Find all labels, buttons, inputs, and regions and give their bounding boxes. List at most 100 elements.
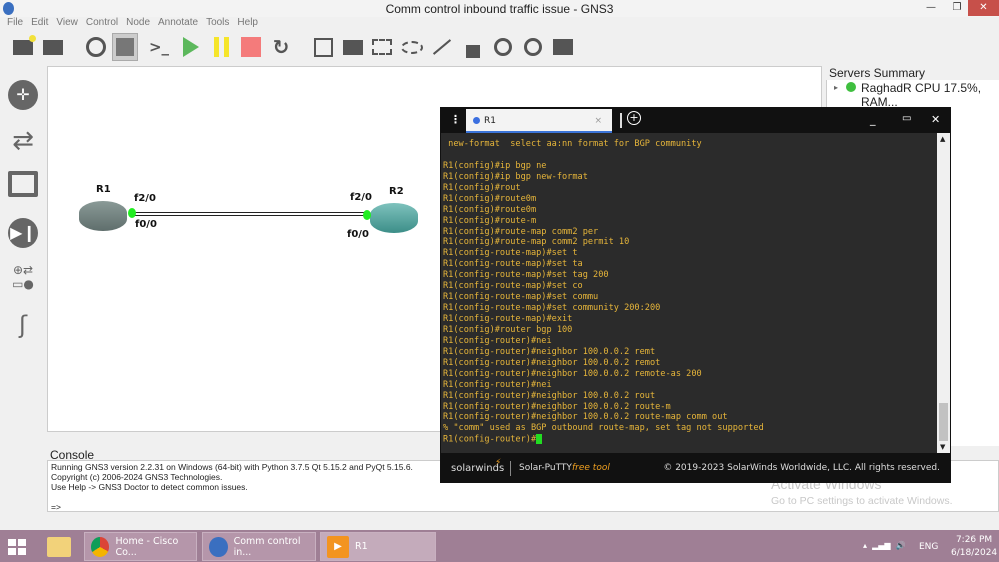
task-label: Comm control in... (233, 535, 301, 558)
terminal-line: % "comm" used as BGP outbound route-map,… (443, 423, 764, 434)
link-r1-r2[interactable] (132, 212, 368, 216)
zoom-in-icon[interactable] (490, 33, 516, 61)
putty-maximize-button[interactable]: ▭ (902, 113, 911, 124)
taskbar-gns3[interactable]: Comm control in... (202, 532, 316, 561)
scrollbar-thumb[interactable] (939, 403, 948, 441)
insert-image-icon[interactable] (340, 33, 366, 61)
open-project-icon[interactable] (40, 33, 66, 61)
toolbar: >_ ↻ (0, 33, 999, 64)
console-all-icon[interactable]: >_ (146, 33, 172, 61)
terminal-line: R1(config)#route-map comm2 per (443, 226, 599, 237)
terminal-output[interactable]: new-format select aa:nn format for BGP c… (441, 133, 937, 453)
terminal-line: R1(config-route-map)#set ta (443, 259, 583, 270)
add-note-icon[interactable] (310, 33, 336, 61)
menu-control[interactable]: Control (86, 17, 118, 28)
divider (510, 461, 511, 476)
terminal-line: R1(config)#ip bgp new-format (443, 171, 588, 182)
clock[interactable]: 7:26 PM 6/18/2024 (951, 534, 997, 560)
r1-port-label: f2/0 (134, 193, 156, 204)
terminal-line: R1(config-router)#neighbor 100.0.0.2 rem… (443, 357, 661, 368)
all-devices-icon[interactable]: ⊕⇄ ▭● (8, 263, 38, 293)
terminal-line: R1(config)#route-m (443, 215, 537, 226)
r2-port-label: f2/0 (350, 192, 372, 203)
new-tab-icon[interactable]: + (627, 111, 641, 125)
server-item[interactable]: RaghadR CPU 17.5%, RAM... (861, 81, 999, 109)
tab-close-icon[interactable]: × (594, 116, 602, 126)
terminal-line: R1(config)#route-map comm2 permit 10 (443, 237, 630, 248)
putty-tab-bar: ⋮ R1 × + _ ▭ ✕ (440, 107, 951, 133)
lock-icon[interactable] (460, 33, 486, 61)
r1-port-label: f0/0 (135, 219, 157, 230)
close-button[interactable]: ✕ (968, 0, 999, 16)
security-devices-icon[interactable]: ▶❙ (8, 218, 38, 248)
scroll-down-icon[interactable]: ▼ (940, 443, 945, 451)
stop-all-icon[interactable] (238, 33, 264, 61)
switches-icon[interactable]: ⇄ (8, 126, 38, 156)
r1-link-status-up (128, 208, 136, 218)
new-project-icon[interactable] (10, 33, 36, 61)
router-r1-label: R1 (96, 184, 111, 195)
solarwinds-flame-icon: ⚡ (495, 458, 502, 468)
gns3-icon (209, 536, 228, 557)
r2-port-label: f0/0 (347, 229, 369, 240)
menu-dots-icon[interactable]: ⋮ (450, 113, 461, 126)
language-indicator[interactable]: ENG (919, 542, 938, 552)
free-tool-label: free tool (572, 463, 610, 473)
solar-putty-icon: ▶ (327, 535, 349, 558)
chrome-icon (91, 536, 110, 557)
terminal-scrollbar[interactable]: ▲ ▼ (937, 133, 950, 453)
zoom-out-icon[interactable] (520, 33, 546, 61)
menu-node[interactable]: Node (126, 17, 150, 28)
divider (620, 113, 622, 128)
copyright: © 2019-2023 SolarWinds Worldwide, LLC. A… (663, 463, 940, 473)
date: 6/18/2024 (951, 548, 998, 558)
window-title: Comm control inbound traffic issue - GNS… (385, 2, 614, 16)
start-button[interactable] (8, 539, 26, 555)
restore-button[interactable]: ❐ (944, 0, 970, 16)
terminal-line: R1(config-route-map)#set community 200:2… (443, 303, 661, 314)
tray-icons[interactable]: ▴ ▂▄▆ 🔊 (863, 541, 906, 550)
menu-edit[interactable]: Edit (31, 17, 48, 28)
terminal-line: R1(config)#route0m (443, 204, 537, 215)
menu-tools[interactable]: Tools (206, 17, 229, 28)
end-devices-icon[interactable] (8, 171, 38, 197)
menu-help[interactable]: Help (237, 17, 258, 28)
menu-annotate[interactable]: Annotate (158, 17, 198, 28)
time: 7:26 PM (955, 535, 993, 545)
suspend-all-icon[interactable] (208, 33, 234, 61)
draw-ellipse-icon[interactable] (399, 33, 425, 61)
task-label: R1 (355, 541, 368, 552)
terminal-line: R1(config-router)#nei (443, 335, 552, 346)
tab-r1[interactable]: R1 × (466, 109, 612, 133)
taskbar-chrome[interactable]: Home - Cisco Co... (84, 532, 197, 561)
solar-putty-window: ⋮ R1 × + _ ▭ ✕ new-format select aa:nn f… (440, 107, 951, 483)
reload-all-icon[interactable]: ↻ (268, 33, 294, 61)
minimize-button[interactable]: — (918, 0, 944, 16)
terminal-line: R1(config-route-map)#set commu (443, 292, 599, 303)
draw-rectangle-icon[interactable] (369, 33, 395, 61)
taskbar-r1[interactable]: ▶ R1 (320, 532, 436, 561)
servers-summary-title: Servers Summary (826, 66, 999, 80)
draw-line-icon[interactable] (429, 33, 455, 61)
putty-minimize-button[interactable]: _ (870, 113, 876, 126)
file-explorer-icon[interactable] (47, 537, 71, 557)
snapshot-clock-icon[interactable] (83, 33, 109, 61)
session-status-icon (473, 117, 480, 124)
start-all-icon[interactable] (178, 33, 204, 61)
terminal-line: R1(config)#route0m (443, 193, 537, 204)
show-interface-labels-icon[interactable] (112, 33, 138, 61)
terminal-line: R1(config-route-map)#exit (443, 314, 573, 324)
expand-arrow-icon[interactable]: ▸ (834, 83, 838, 92)
terminal-line: R1(config-router)#neighbor 100.0.0.2 rou… (443, 401, 671, 412)
router-r2[interactable] (370, 203, 418, 233)
putty-close-button[interactable]: ✕ (931, 113, 940, 126)
add-link-icon[interactable]: ʃ (8, 310, 38, 340)
menu-view[interactable]: View (56, 17, 78, 28)
routers-icon[interactable]: ✛ (8, 80, 38, 110)
router-r1[interactable] (79, 201, 127, 231)
screenshot-icon[interactable] (550, 33, 576, 61)
scroll-up-icon[interactable]: ▲ (940, 135, 945, 143)
tab-label: R1 (484, 116, 496, 126)
menu-file[interactable]: File (7, 17, 23, 28)
